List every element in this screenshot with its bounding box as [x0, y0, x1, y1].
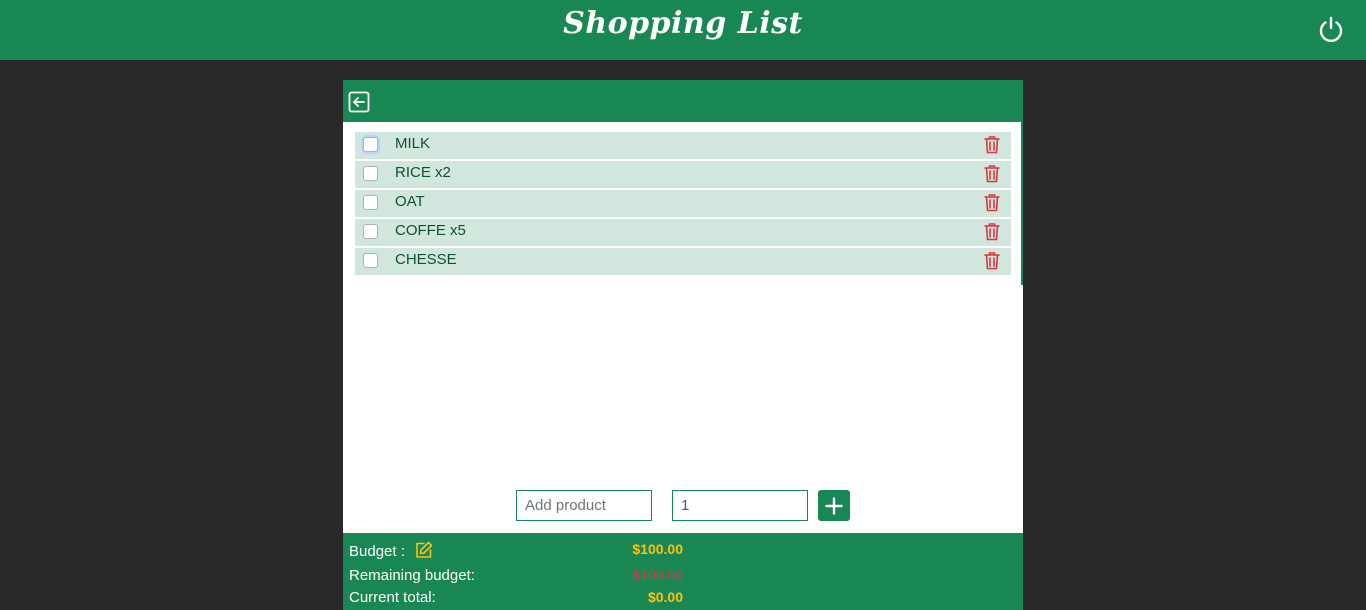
- trash-icon[interactable]: [984, 135, 1000, 154]
- shopping-list-panel: MILK RICE x2 OAT COFFE x5 CHESSE Add pro…: [343, 80, 1023, 610]
- shopping-list: MILK RICE x2 OAT COFFE x5 CHESSE: [355, 132, 1011, 277]
- budget-value: $100.00: [632, 541, 683, 557]
- add-product-button[interactable]: [818, 490, 850, 521]
- item-name: MILK: [395, 135, 431, 152]
- trash-icon[interactable]: [984, 164, 1000, 183]
- item-name: COFFE x5: [395, 222, 466, 239]
- item-name: CHESSE: [395, 251, 457, 268]
- trash-icon[interactable]: [984, 222, 1000, 241]
- app-title: Shopping List: [563, 6, 803, 41]
- list-item: OAT: [355, 190, 1011, 217]
- power-icon[interactable]: [1316, 14, 1346, 44]
- item-name: RICE x2: [395, 164, 451, 181]
- item-checkbox[interactable]: [363, 253, 378, 268]
- budget-label: Budget :: [349, 543, 405, 560]
- list-item: CHESSE: [355, 248, 1011, 275]
- quantity-input[interactable]: [672, 490, 808, 521]
- trash-icon[interactable]: [984, 193, 1000, 212]
- item-checkbox[interactable]: [363, 166, 378, 181]
- budget-summary: Budget : $100.00 Remaining budget: $100.…: [343, 533, 1023, 610]
- list-item: RICE x2: [355, 161, 1011, 188]
- panel-border: [1021, 122, 1023, 285]
- list-item: MILK: [355, 132, 1011, 159]
- panel-header: [343, 80, 1023, 122]
- trash-icon[interactable]: [984, 251, 1000, 270]
- current-total-value: $0.00: [647, 589, 683, 605]
- add-product-input[interactable]: [516, 490, 652, 521]
- plus-icon: [825, 497, 843, 515]
- app-header: Shopping List: [0, 0, 1366, 60]
- item-checkbox[interactable]: [363, 137, 378, 152]
- item-name: OAT: [395, 193, 425, 210]
- back-arrow-icon[interactable]: [348, 91, 370, 113]
- item-checkbox[interactable]: [363, 224, 378, 239]
- edit-budget-icon[interactable]: [415, 541, 433, 559]
- item-checkbox[interactable]: [363, 195, 378, 210]
- list-item: COFFE x5: [355, 219, 1011, 246]
- remaining-budget-value: $100.00: [632, 567, 683, 583]
- current-total-label: Current total:: [349, 589, 436, 606]
- remaining-budget-label: Remaining budget:: [349, 567, 475, 584]
